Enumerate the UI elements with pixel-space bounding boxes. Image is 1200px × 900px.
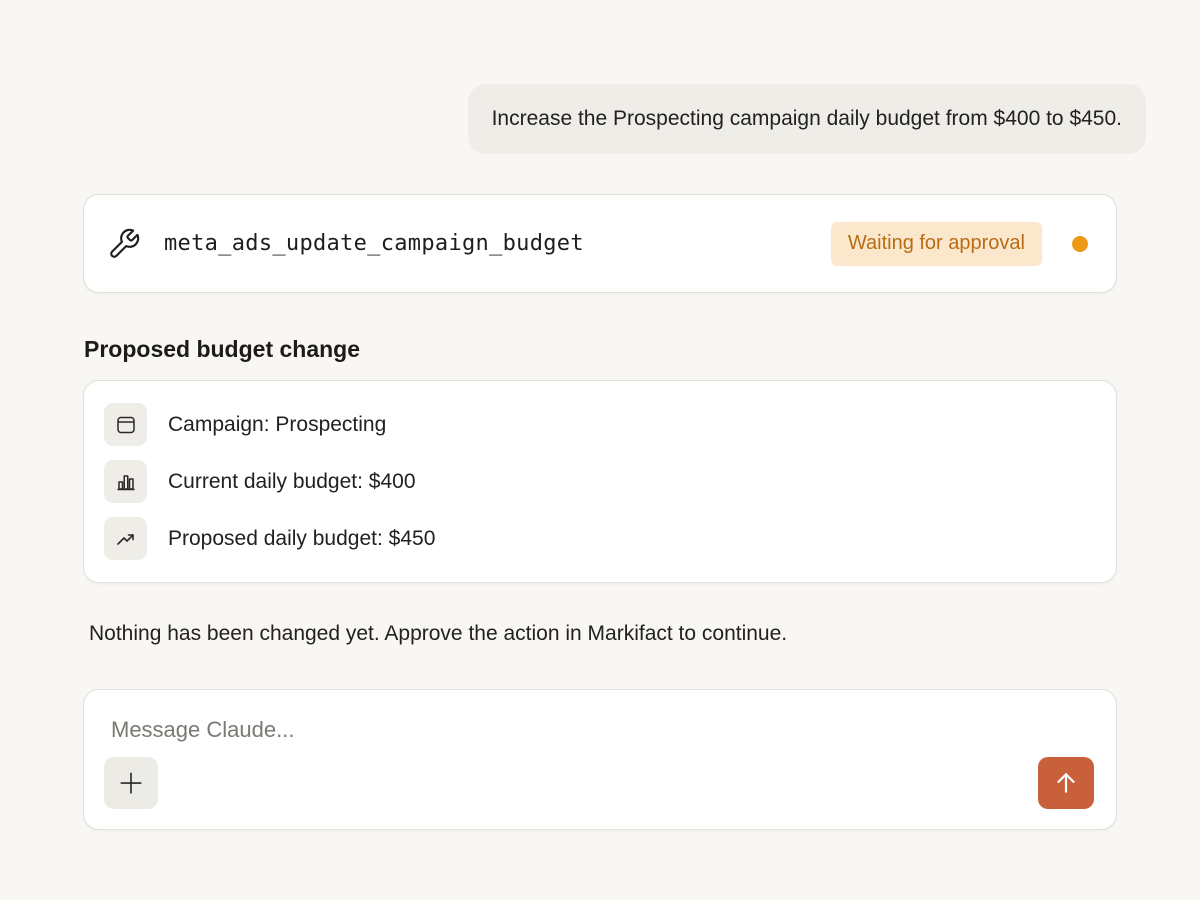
proposal-details-card: Campaign: Prospecting Current daily budg… [83,380,1117,583]
send-button[interactable] [1038,757,1094,809]
bar-chart-icon [104,460,147,503]
detail-row-proposed-budget: Proposed daily budget: $450 [104,517,1116,560]
trending-up-icon [104,517,147,560]
window-icon [104,403,147,446]
user-message-bubble: Increase the Prospecting campaign daily … [467,84,1146,154]
detail-row-campaign: Campaign: Prospecting [104,403,1116,446]
plus-icon [120,772,142,794]
detail-text: Proposed daily budget: $450 [168,526,436,550]
chat-page: Increase the Prospecting campaign daily … [0,0,1200,900]
tool-call-card[interactable]: meta_ads_update_campaign_budget Waiting … [83,194,1117,293]
status-label: Waiting for approval [847,232,1025,254]
detail-row-current-budget: Current daily budget: $400 [104,460,1116,503]
tool-name: meta_ads_update_campaign_budget [164,231,584,256]
wrench-icon [106,226,142,262]
status-dot [1072,235,1088,252]
user-message-text: Increase the Prospecting campaign daily … [491,107,1122,130]
approval-notice: Nothing has been changed yet. Approve th… [89,622,788,645]
detail-text: Current daily budget: $400 [168,469,416,493]
arrow-up-icon [1057,773,1075,793]
message-input[interactable] [111,710,1011,750]
attach-button[interactable] [104,757,158,809]
status-badge: Waiting for approval [830,221,1042,266]
detail-text: Campaign: Prospecting [168,412,387,436]
message-composer [83,689,1117,830]
section-title: Proposed budget change [84,336,361,362]
